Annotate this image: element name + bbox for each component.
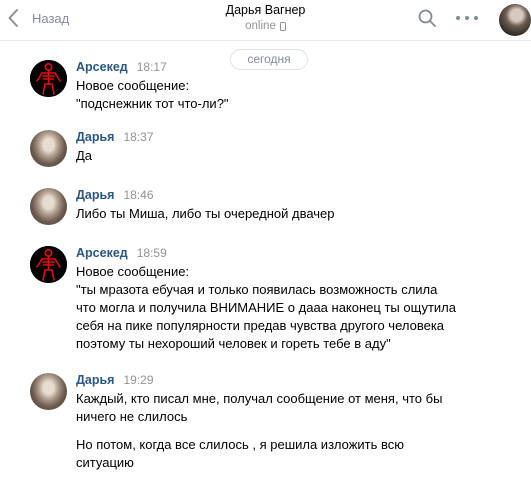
message-text: Новое сообщение: "подснежник тот что-ли?…: [76, 78, 229, 111]
red-skeleton-icon: [30, 60, 67, 97]
message-time: 18:17: [136, 60, 167, 74]
author-name[interactable]: Дарья: [76, 130, 114, 144]
search-icon[interactable]: [418, 9, 436, 27]
author-name[interactable]: Дарья: [76, 188, 114, 202]
message-time: 18:37: [123, 130, 154, 144]
message-text: Каждый, кто писал мне, получал сообщение…: [76, 391, 443, 424]
avatar[interactable]: [30, 246, 67, 283]
message-text: Либо ты Миша, либо ты очередной двачер: [76, 206, 335, 221]
avatar[interactable]: [30, 373, 67, 410]
avatar[interactable]: [30, 188, 67, 225]
author-name[interactable]: Арсекед: [76, 60, 128, 74]
message-text: Но потом, когда все слилось , я решила и…: [76, 437, 405, 470]
message-time: 19:29: [123, 373, 154, 387]
chat-header: Назад Дарья Вагнер online: [0, 0, 531, 41]
back-label: Назад: [32, 10, 70, 26]
red-skeleton-icon: [30, 246, 67, 283]
online-status: online: [0, 20, 531, 32]
chevron-left-icon: [8, 9, 18, 27]
message-time: 18:46: [123, 188, 154, 202]
avatar[interactable]: [30, 130, 67, 167]
message-text: Да: [76, 148, 93, 163]
author-name[interactable]: Арсекед: [76, 246, 128, 260]
status-text: online: [245, 20, 276, 32]
avatar[interactable]: [30, 60, 67, 97]
author-name[interactable]: Дарья: [76, 373, 114, 387]
more-options-icon[interactable]: [456, 9, 478, 27]
back-button[interactable]: Назад: [8, 9, 69, 27]
mobile-phone-icon: [279, 21, 286, 31]
chat-avatar[interactable]: [499, 4, 531, 36]
chat-name: Дарья Вагнер: [225, 3, 306, 17]
chat-title: Дарья Вагнер online: [0, 3, 531, 32]
message-text: Новое сообщение: "ты мразота ебучая и то…: [76, 264, 456, 351]
message-time: 18:59: [136, 246, 167, 260]
